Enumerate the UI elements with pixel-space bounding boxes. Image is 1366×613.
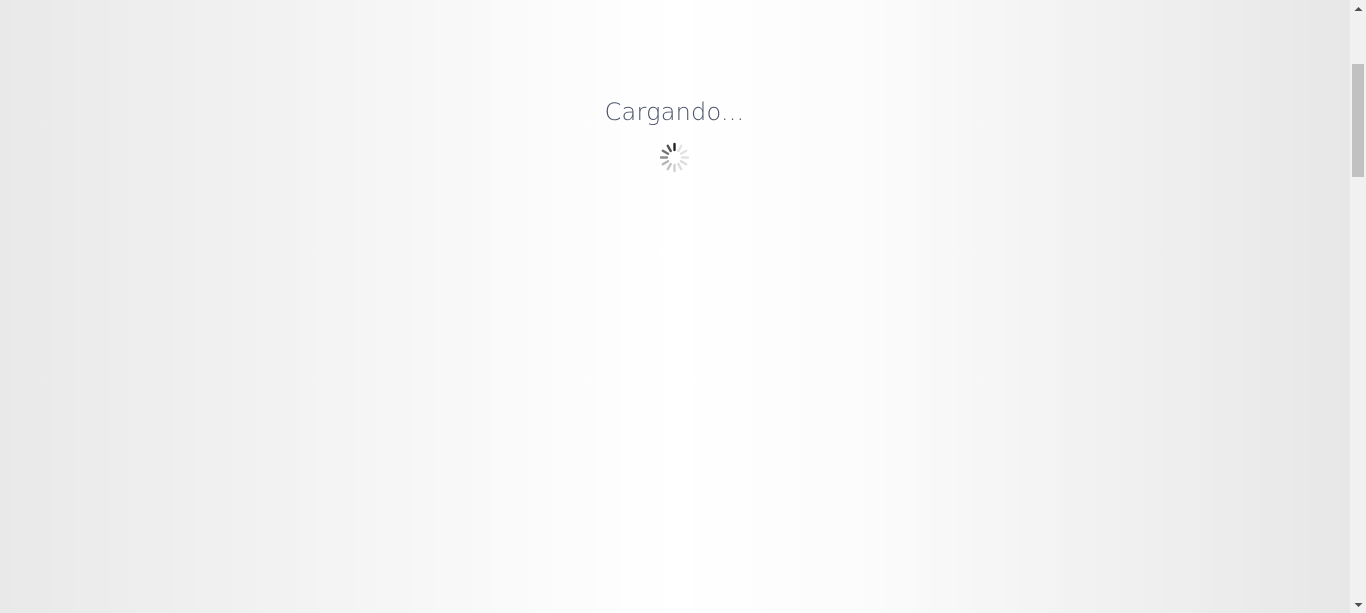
- scroll-thumb[interactable]: [1352, 64, 1364, 177]
- scroll-up-arrow-icon[interactable]: [1350, 0, 1366, 17]
- loading-spinner-icon: [659, 142, 690, 173]
- scroll-down-arrow-icon[interactable]: [1350, 596, 1366, 613]
- loading-text: Cargando...: [604, 98, 745, 126]
- vertical-scrollbar[interactable]: [1349, 0, 1366, 613]
- page-background: Cargando...: [0, 0, 1349, 613]
